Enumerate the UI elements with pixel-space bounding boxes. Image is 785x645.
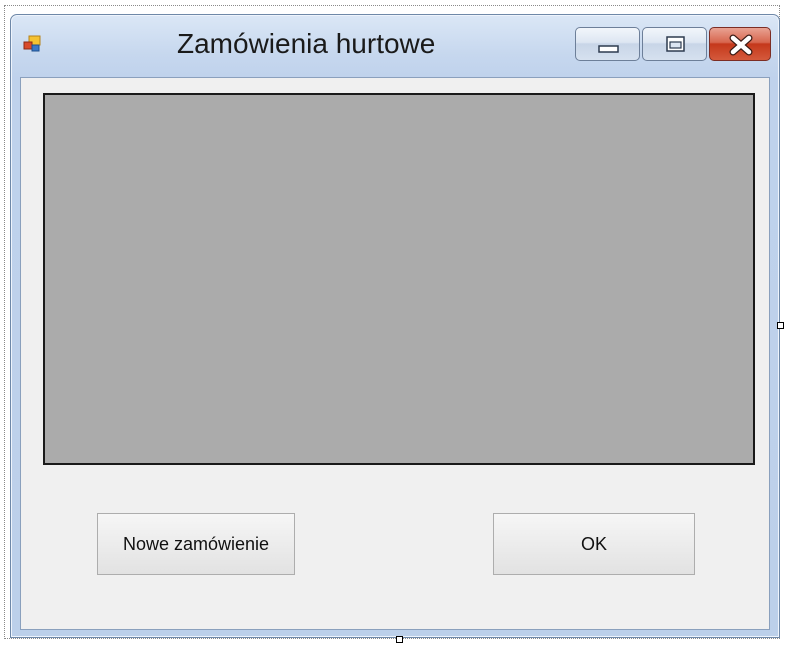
caption-buttons [575, 27, 771, 61]
designer-surface: Zamówienia hurtowe Nowe zamówienie OK [0, 0, 785, 645]
form-window[interactable]: Zamówienia hurtowe Nowe zamówienie OK [10, 14, 780, 638]
resize-grip-bottom[interactable] [396, 636, 403, 643]
close-icon [729, 34, 753, 56]
maximize-button[interactable] [642, 27, 707, 61]
minimize-icon [598, 45, 619, 53]
app-window-icon [23, 35, 43, 53]
new-order-button[interactable]: Nowe zamówienie [97, 513, 295, 575]
content-panel[interactable] [43, 93, 755, 465]
resize-grip-right[interactable] [777, 322, 784, 329]
minimize-button[interactable] [575, 27, 640, 61]
form-client-area: Nowe zamówienie OK [20, 77, 770, 630]
maximize-icon [666, 36, 685, 52]
title-bar[interactable]: Zamówienia hurtowe [11, 15, 779, 77]
window-title: Zamówienia hurtowe [177, 28, 436, 59]
ok-button[interactable]: OK [493, 513, 695, 575]
close-button[interactable] [709, 27, 771, 61]
